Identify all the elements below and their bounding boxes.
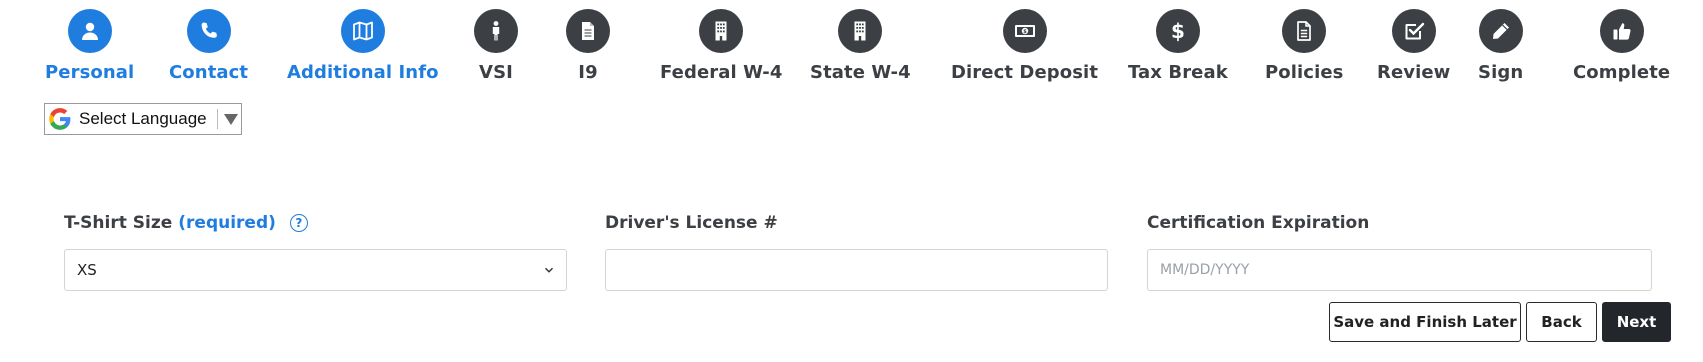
svg-text:$: $ [1171, 19, 1185, 43]
certification-expiration-input[interactable] [1160, 262, 1639, 278]
step-review[interactable]: Review [1377, 9, 1450, 83]
step-contact[interactable]: Contact [169, 9, 248, 83]
dropdown-arrow-icon [223, 113, 238, 125]
document-lines-icon [1282, 9, 1327, 53]
step-label: Direct Deposit [951, 62, 1099, 83]
chevron-down-icon [544, 267, 554, 273]
step-label: Complete [1573, 62, 1671, 83]
phone-icon [186, 9, 231, 53]
certification-expiration-field: Certification Expiration [1147, 211, 1652, 291]
drivers-license-input[interactable] [618, 262, 1095, 278]
tshirt-size-select[interactable]: XS [64, 249, 567, 291]
required-label: (required) [178, 213, 276, 233]
tshirt-size-field: T-Shirt Size (required) ? XS [64, 211, 567, 291]
step-personal[interactable]: Personal [45, 9, 134, 83]
map-icon [340, 9, 385, 53]
step-label: Tax Break [1128, 62, 1228, 83]
step-label: Contact [169, 62, 249, 83]
thumbs-up-icon [1599, 9, 1644, 53]
google-g-icon [49, 108, 71, 130]
pencil-icon [1478, 9, 1523, 53]
step-tax-break[interactable]: $ Tax Break [1128, 9, 1228, 83]
progress-stepper: Personal Contact Additional Info VSI I9 … [0, 0, 1703, 92]
money-icon: $ [1002, 9, 1047, 53]
step-label: State W-4 [810, 62, 911, 83]
divider [216, 109, 218, 129]
step-label: Review [1377, 62, 1451, 83]
drivers-license-label: Driver's License # [605, 213, 778, 233]
step-additional-info[interactable]: Additional Info [287, 9, 439, 83]
step-policies[interactable]: Policies [1265, 9, 1343, 83]
step-state-w4[interactable]: State W-4 [810, 9, 911, 83]
step-label: Sign [1478, 62, 1524, 83]
step-sign[interactable]: Sign [1478, 9, 1523, 83]
certification-expiration-label: Certification Expiration [1147, 213, 1370, 233]
dollar-icon: $ [1155, 9, 1200, 53]
document-icon [566, 9, 610, 53]
svg-text:$: $ [1023, 29, 1027, 35]
step-label: VSI [479, 62, 513, 83]
check-square-icon [1391, 9, 1436, 53]
user-icon [67, 9, 112, 53]
save-and-finish-later-button[interactable]: Save and Finish Later [1329, 302, 1521, 342]
help-icon[interactable]: ? [289, 214, 308, 232]
language-selector[interactable]: Select Language [44, 103, 242, 135]
back-button[interactable]: Back [1526, 302, 1597, 342]
step-direct-deposit[interactable]: $ Direct Deposit [951, 9, 1098, 83]
tshirt-size-value: XS [77, 261, 97, 279]
step-label: Policies [1265, 62, 1344, 83]
step-label: Additional Info [287, 62, 439, 83]
building-icon [838, 9, 883, 53]
drivers-license-box [605, 249, 1108, 291]
certification-expiration-box [1147, 249, 1652, 291]
tshirt-size-label: T-Shirt Size [64, 213, 173, 233]
step-vsi[interactable]: VSI [474, 9, 518, 83]
step-i9[interactable]: I9 [566, 9, 610, 83]
step-complete[interactable]: Complete [1573, 9, 1670, 83]
step-label: Personal [45, 62, 135, 83]
drivers-license-field: Driver's License # [605, 211, 1108, 291]
step-label: I9 [578, 62, 598, 83]
language-label: Select Language [79, 109, 207, 128]
building-icon [699, 9, 744, 53]
person-icon [474, 9, 518, 53]
step-label: Federal W-4 [660, 62, 783, 83]
step-federal-w4[interactable]: Federal W-4 [660, 9, 782, 83]
next-button[interactable]: Next [1602, 302, 1671, 342]
